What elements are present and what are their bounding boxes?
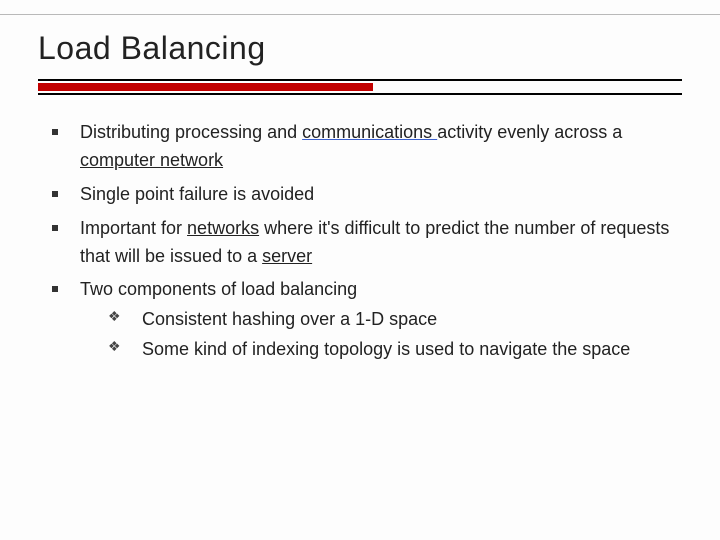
rule-red <box>38 83 373 91</box>
slide-title: Load Balancing <box>38 30 682 67</box>
bullet-2: Single point failure is avoided <box>38 181 682 209</box>
text: Important for <box>80 218 187 238</box>
link-computer-network: computer network <box>80 150 223 170</box>
bullet-1: Distributing processing and communicatio… <box>38 119 682 175</box>
link-communications: communications <box>302 122 437 142</box>
slide: Load Balancing Distributing processing a… <box>0 0 720 540</box>
sub-bullet-list: Consistent hashing over a 1-D space Some… <box>80 306 682 364</box>
rule-bot <box>38 93 682 95</box>
link-networks: networks <box>187 218 259 238</box>
rule-top <box>38 79 682 81</box>
title-rule <box>38 79 682 95</box>
bullet-list: Distributing processing and communicatio… <box>38 119 682 364</box>
link-server: server <box>262 246 312 266</box>
slide-body: Distributing processing and communicatio… <box>38 119 682 364</box>
bullet-4: Two components of load balancing Consist… <box>38 276 682 364</box>
sub-bullet-2: Some kind of indexing topology is used t… <box>80 336 682 364</box>
bullet-3: Important for networks where it's diffic… <box>38 215 682 271</box>
sub-bullet-1: Consistent hashing over a 1-D space <box>80 306 682 334</box>
top-divider <box>0 14 720 15</box>
text: Two components of load balancing <box>80 279 357 299</box>
text: activity evenly across a <box>437 122 622 142</box>
text: Distributing processing and <box>80 122 302 142</box>
